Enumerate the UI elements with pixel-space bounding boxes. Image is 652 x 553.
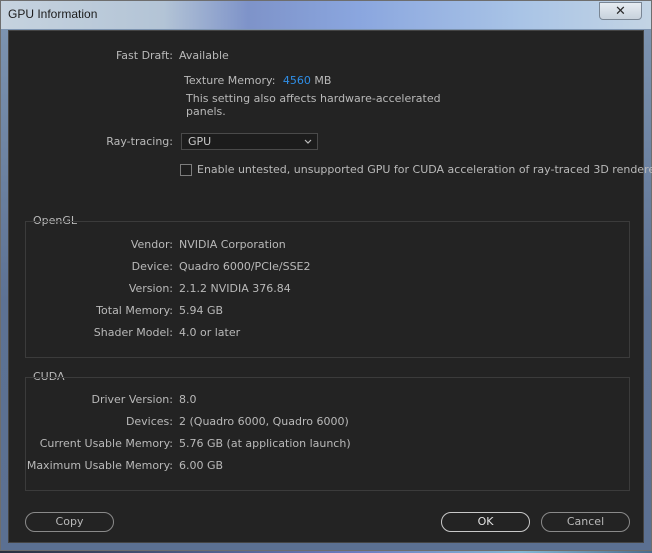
cuda-row-value: 6.00 GB	[179, 459, 224, 472]
cancel-button[interactable]: Cancel	[541, 512, 630, 532]
texture-memory-value[interactable]: 4560	[283, 74, 311, 87]
opengl-row-value: 2.1.2 NVIDIA 376.84	[179, 282, 291, 295]
texture-memory-row: Texture Memory: 4560 MB	[184, 73, 331, 89]
opengl-row-label: Shader Model:	[93, 326, 173, 339]
window-title: GPU Information	[8, 7, 98, 21]
opengl-row-label: Vendor:	[130, 238, 173, 251]
chevron-down-icon	[304, 139, 312, 144]
note-line-2: panels.	[186, 105, 226, 118]
ok-button[interactable]: OK	[441, 512, 530, 532]
raytracing-label: Ray-tracing:	[106, 135, 173, 148]
untested-gpu-label: Enable untested, unsupported GPU for CUD…	[197, 163, 652, 176]
raytracing-select[interactable]: GPU	[181, 133, 318, 150]
cuda-row-value: 8.0	[179, 393, 197, 406]
opengl-row-label: Total Memory:	[96, 304, 173, 317]
opengl-row-value: Quadro 6000/PCIe/SSE2	[179, 260, 311, 273]
copy-button[interactable]: Copy	[25, 512, 114, 532]
texture-memory-unit: MB	[314, 74, 332, 87]
cuda-row-label: Devices:	[125, 415, 173, 428]
opengl-row-value: NVIDIA Corporation	[179, 238, 286, 251]
opengl-row-value: 5.94 GB	[179, 304, 224, 317]
untested-gpu-checkbox[interactable]	[180, 164, 192, 176]
cuda-row-value: 5.76 GB (at application launch)	[179, 437, 351, 450]
cuda-row-value: 2 (Quadro 6000, Quadro 6000)	[179, 415, 349, 428]
cuda-row-label: Driver Version:	[91, 393, 173, 406]
texture-memory-label: Texture Memory:	[184, 74, 276, 87]
close-icon: ✕	[615, 3, 626, 19]
fast-draft-value: Available	[179, 49, 229, 62]
cuda-row-label: Current Usable Memory:	[39, 437, 173, 450]
gpu-information-dialog: GPU Information ✕ Fast Draft: Available …	[0, 0, 652, 551]
cuda-row-label: Maximum Usable Memory:	[26, 459, 173, 472]
opengl-row-label: Version:	[128, 282, 173, 295]
raytracing-selected-value: GPU	[188, 135, 212, 148]
opengl-row-value: 4.0 or later	[179, 326, 241, 339]
dialog-content: Fast Draft: Available Texture Memory: 45…	[8, 30, 652, 543]
close-button[interactable]: ✕	[599, 2, 642, 20]
opengl-row-label: Device:	[131, 260, 173, 273]
fast-draft-label: Fast Draft:	[115, 49, 173, 62]
title-bar[interactable]: GPU Information ✕	[1, 1, 651, 29]
